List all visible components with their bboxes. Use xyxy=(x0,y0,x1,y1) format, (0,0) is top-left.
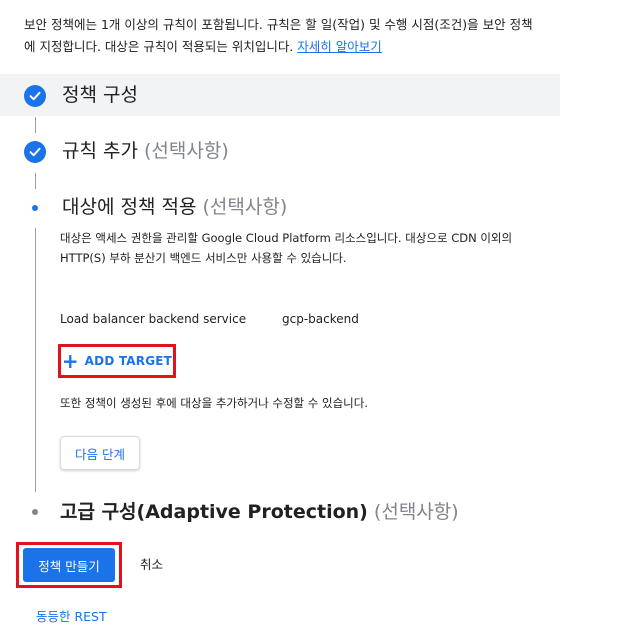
check-circle-icon xyxy=(24,141,46,163)
step-1-title[interactable]: 정책 구성 xyxy=(62,82,138,108)
current-step-dot-icon xyxy=(32,205,38,211)
cancel-button[interactable]: 취소 xyxy=(140,554,163,573)
learn-more-link[interactable]: 자세히 알아보기 xyxy=(297,39,381,54)
step-3-label: 대상에 정책 적용 xyxy=(62,196,197,218)
add-target-label: ADD TARGET xyxy=(84,354,173,368)
step-2-title[interactable]: 규칙 추가 (선택사항) xyxy=(62,138,229,164)
create-policy-highlight: 정책 만들기 xyxy=(16,542,122,588)
check-circle-icon xyxy=(24,85,46,107)
step-connector xyxy=(35,117,36,133)
target-description: 대상은 액세스 권한을 관리할 Google Cloud Platform 리소… xyxy=(60,231,513,265)
next-step-button[interactable]: 다음 단계 xyxy=(60,436,140,470)
add-target-button[interactable]: + ADD TARGET xyxy=(58,344,176,378)
target-type: Load balancer backend service xyxy=(60,312,247,326)
equivalent-rest-link[interactable]: 동등한 REST xyxy=(36,606,107,625)
step-4-title[interactable]: 고급 구성(Adaptive Protection) (선택사항) xyxy=(60,499,459,525)
step-1-label: 정책 구성 xyxy=(62,84,138,106)
step-4-optional: (선택사항) xyxy=(373,501,459,523)
step-4-label: 고급 구성(Adaptive Protection) xyxy=(60,501,368,523)
step-2-optional: (선택사항) xyxy=(144,140,229,162)
target-note: 또한 정책이 생성된 후에 대상을 추가하거나 수정할 수 있습니다. xyxy=(60,396,368,410)
step-connector xyxy=(35,228,36,492)
step-dot-icon xyxy=(32,509,38,515)
plus-icon: + xyxy=(61,349,79,373)
step-connector xyxy=(35,173,36,189)
step-3-title[interactable]: 대상에 정책 적용 (선택사항) xyxy=(62,194,287,220)
intro-body: 보안 정책에는 1개 이상의 규칙이 포함됩니다. 규칙은 할 일(작업) 및 … xyxy=(24,17,533,54)
create-policy-button[interactable]: 정책 만들기 xyxy=(23,548,115,582)
step-2-label: 규칙 추가 xyxy=(62,140,138,162)
intro-text: 보안 정책에는 1개 이상의 규칙이 포함됩니다. 규칙은 할 일(작업) 및 … xyxy=(24,14,544,58)
target-name: gcp-backend xyxy=(282,312,359,326)
step-3-optional: (선택사항) xyxy=(202,196,288,218)
